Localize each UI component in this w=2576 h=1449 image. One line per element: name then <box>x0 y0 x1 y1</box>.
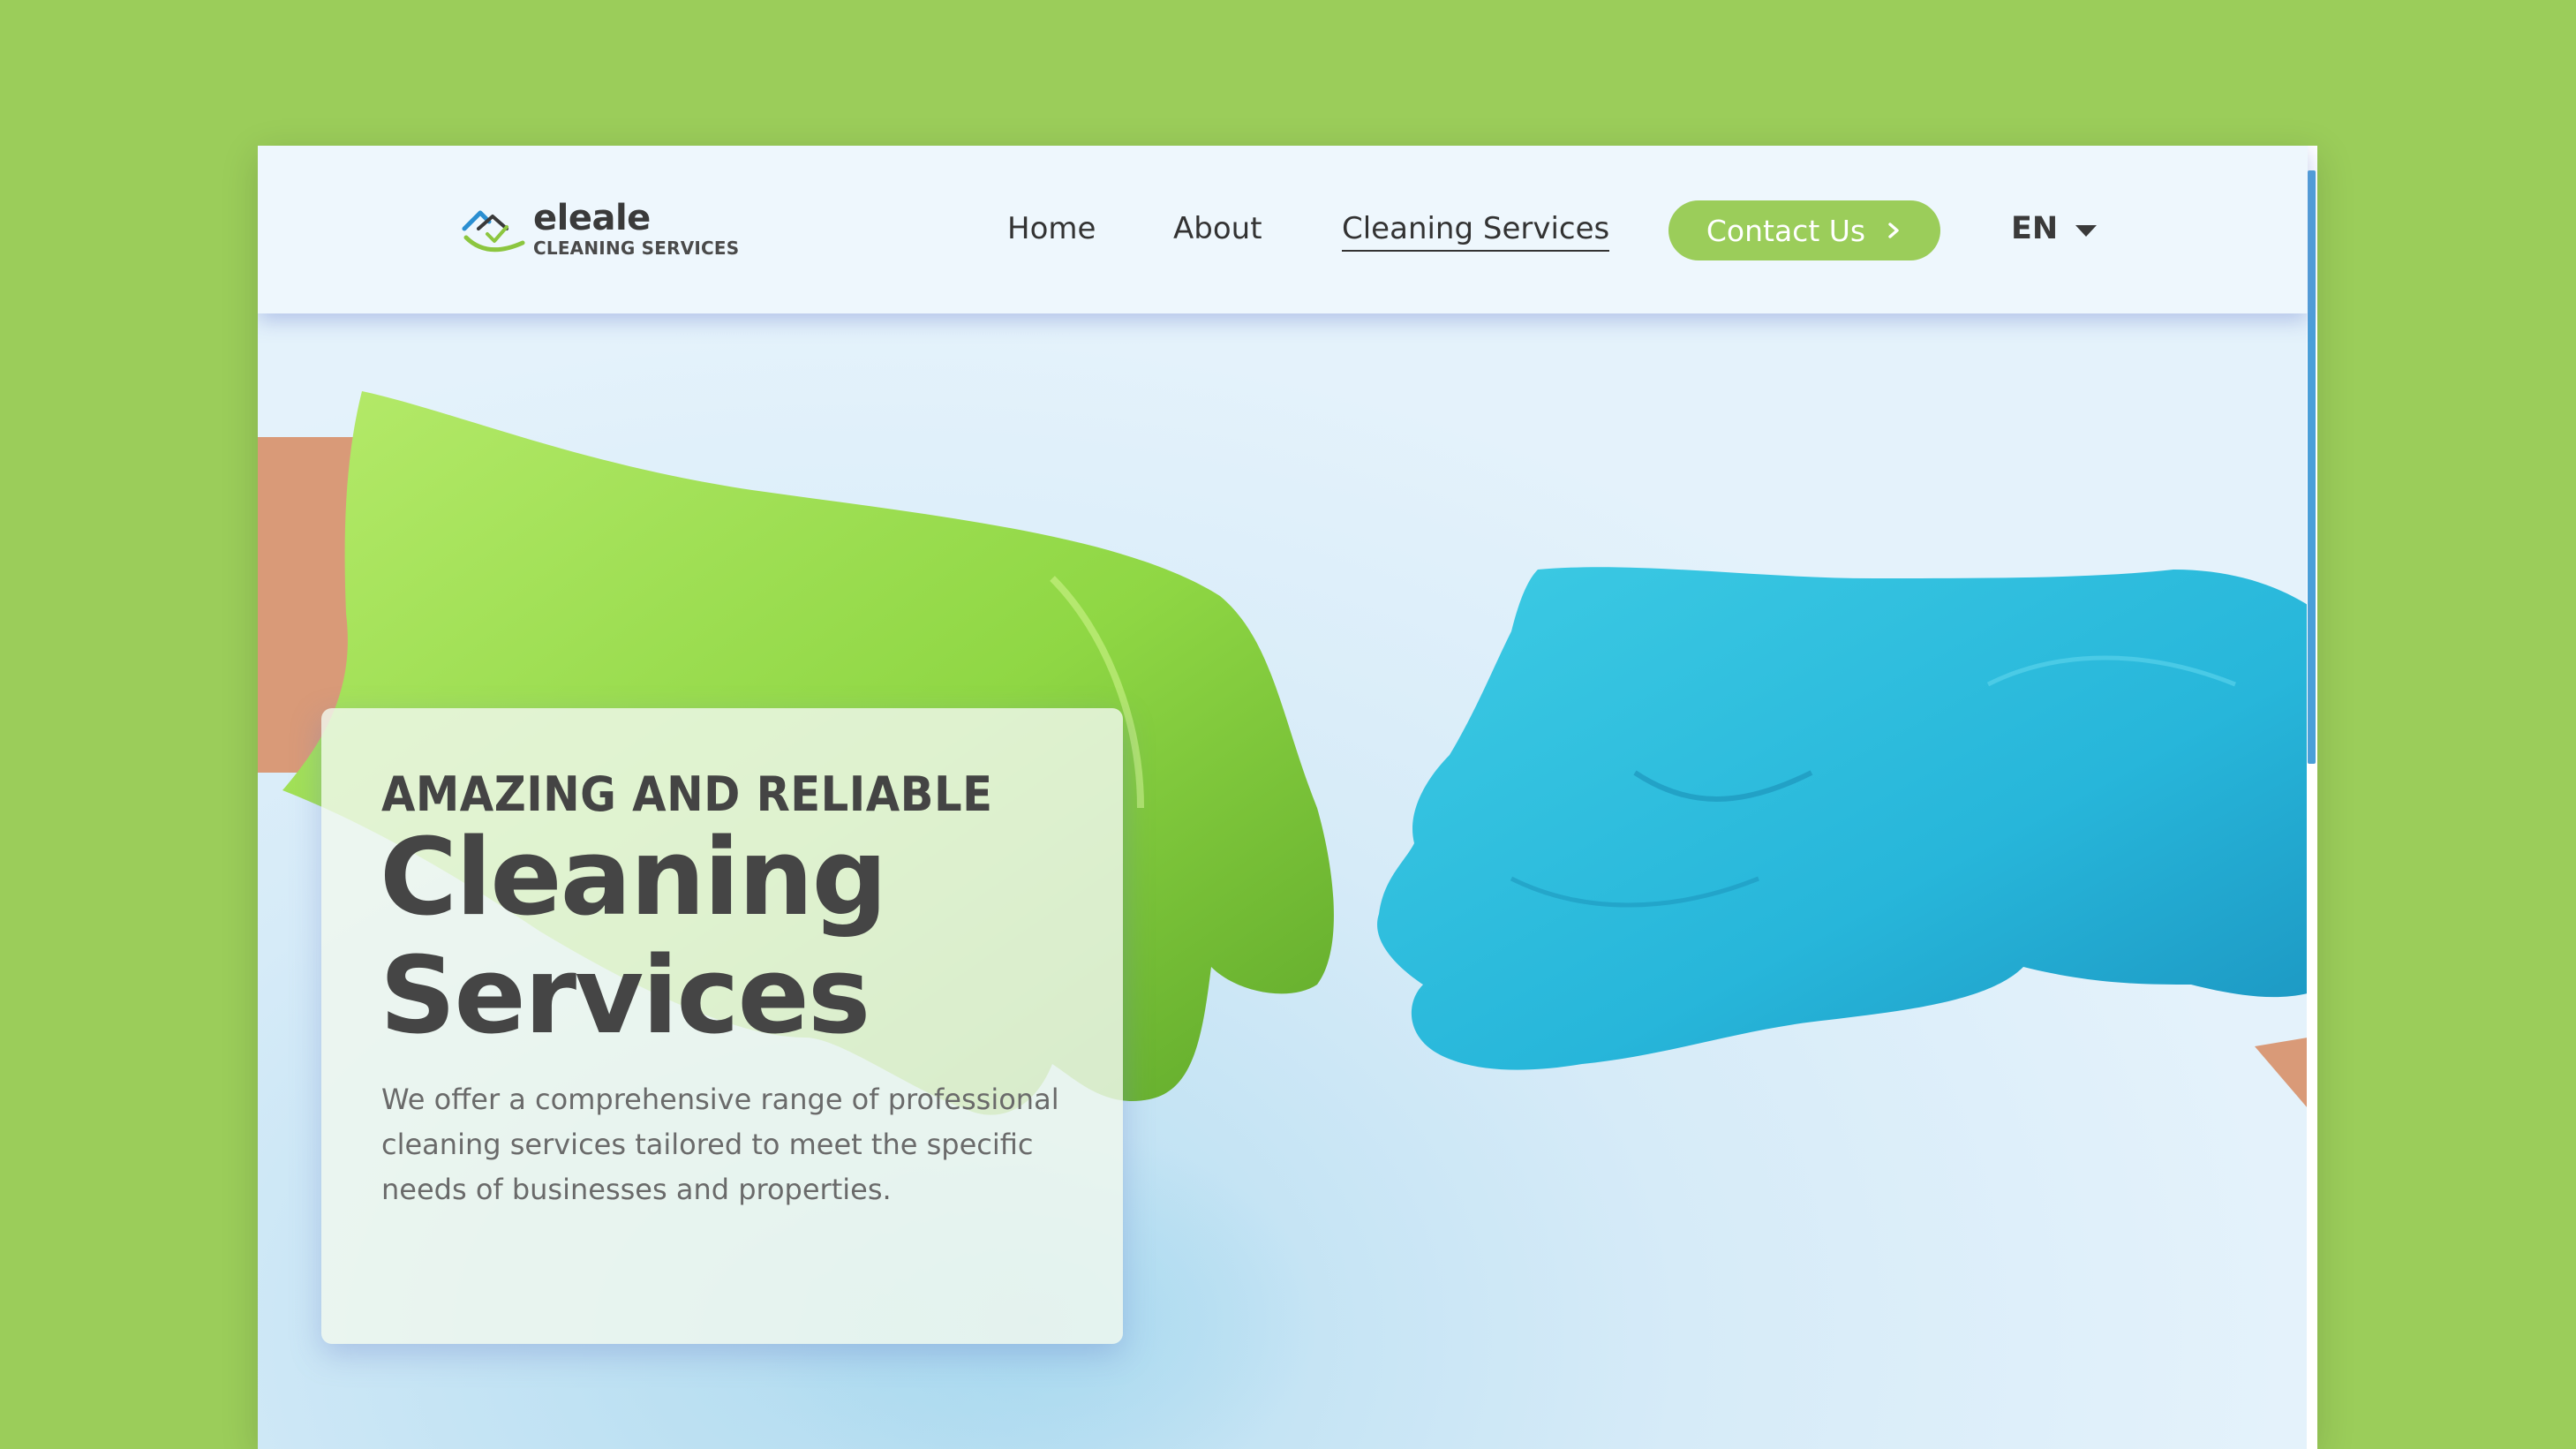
language-label: EN <box>2011 211 2059 246</box>
nav-link-about[interactable]: About <box>1173 209 1262 248</box>
contact-us-button[interactable]: Contact Us <box>1668 200 1940 260</box>
chevron-right-icon <box>1888 223 1899 238</box>
hero-eyebrow: AMAZING AND RELIABLE <box>381 766 993 822</box>
nav-link-cleaning-services[interactable]: Cleaning Services <box>1342 209 1610 252</box>
hero-title: Cleaning Services <box>380 817 887 1058</box>
scrollbar-thumb[interactable] <box>2308 170 2316 764</box>
brand-name: eleale <box>533 198 651 238</box>
brand-logo[interactable]: eleale CLEANING SERVICES <box>461 197 739 260</box>
top-navbar: eleale CLEANING SERVICES Home About Clea… <box>258 146 2308 313</box>
page-scrollbar[interactable] <box>2307 146 2317 1449</box>
contact-us-label: Contact Us <box>1706 213 1866 248</box>
nav-link-home[interactable]: Home <box>1007 209 1096 248</box>
hero-title-line-2: Services <box>380 935 870 1058</box>
house-check-logo-icon <box>462 210 525 253</box>
browser-window: eleale CLEANING SERVICES Home About Clea… <box>258 146 2317 1449</box>
hero-intro-card: AMAZING AND RELIABLE Cleaning Services W… <box>321 708 1123 1344</box>
language-selector[interactable]: EN <box>2011 209 2098 248</box>
hero-title-line-1: Cleaning <box>380 817 887 940</box>
brand-tagline: CLEANING SERVICES <box>533 238 740 259</box>
hero-description: We offer a comprehensive range of profes… <box>381 1083 1059 1206</box>
caret-down-icon <box>2075 224 2098 237</box>
